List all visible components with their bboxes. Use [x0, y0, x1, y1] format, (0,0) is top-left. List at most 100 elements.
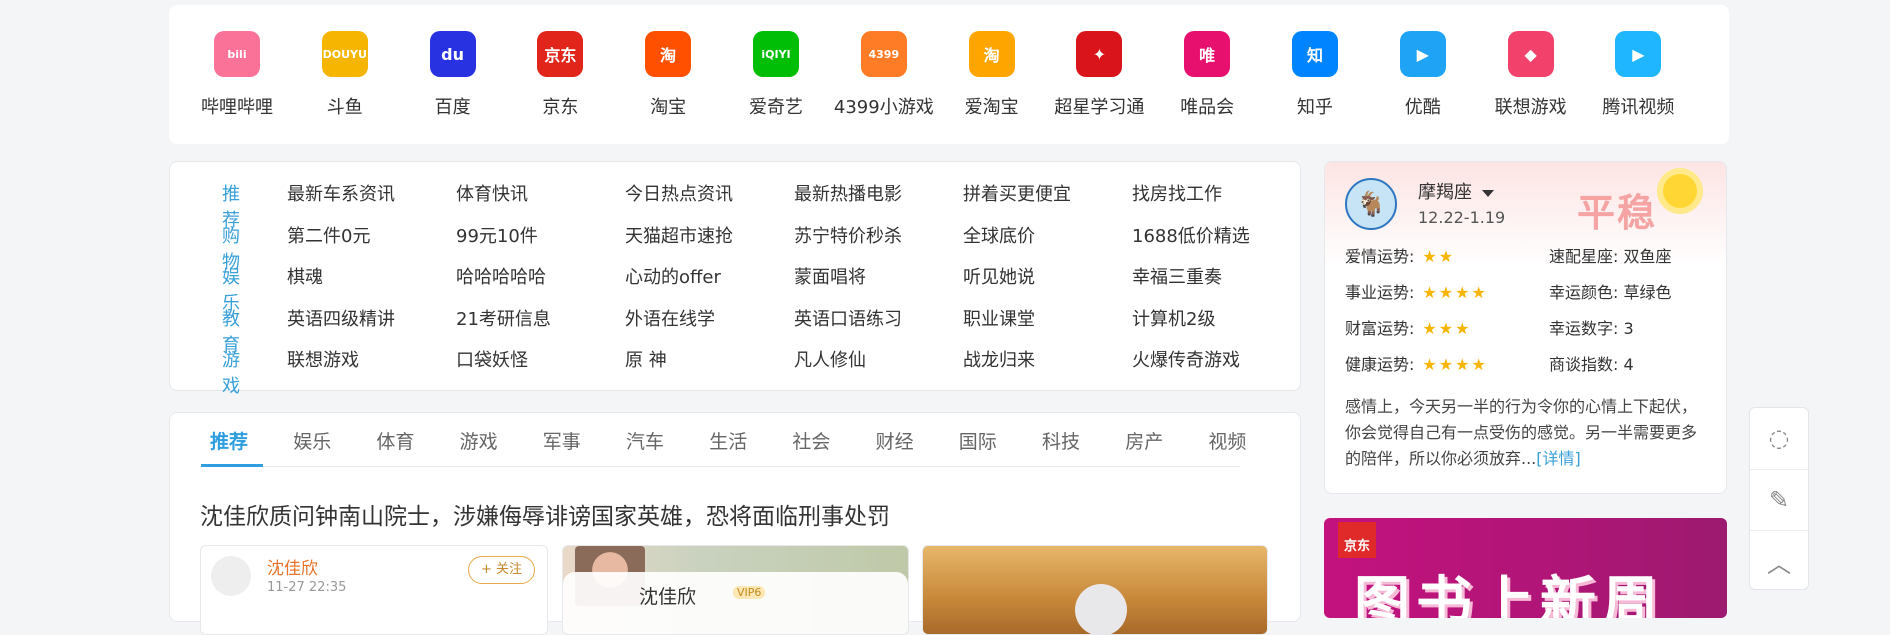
app-label[interactable]: 爱淘宝 [938, 93, 1046, 119]
tab-4[interactable]: 军事 [543, 427, 581, 454]
hot-link[interactable]: 第二件0元 [287, 222, 370, 248]
hot-link[interactable]: 职业课堂 [963, 305, 1035, 331]
tab-5[interactable]: 汽车 [626, 427, 664, 454]
hot-link[interactable]: 口袋妖怪 [456, 346, 528, 372]
hot-link[interactable]: 哈哈哈哈哈 [456, 263, 546, 289]
tab-7[interactable]: 社会 [792, 427, 830, 454]
app-shortcut[interactable]: ▶ 优酷 [1369, 31, 1477, 119]
tab-2[interactable]: 体育 [376, 427, 414, 454]
app-label[interactable]: 超星学习通 [1045, 93, 1153, 119]
news-headline[interactable]: 沈佳欣质问钟南山院士，涉嫌侮辱诽谤国家英雄，恐将面临刑事处罚 [200, 497, 890, 531]
lenovo-game-icon[interactable]: ◆ [1507, 31, 1554, 77]
hot-link[interactable]: 天猫超市速抢 [625, 222, 733, 248]
hot-link[interactable]: 全球底价 [963, 222, 1035, 248]
news-card-author[interactable]: 沈佳欣 11-27 22:35 + 关注 [200, 545, 548, 635]
app-shortcut[interactable]: 唯唯品会 [1153, 31, 1261, 119]
author-name[interactable]: 沈佳欣 [267, 554, 318, 579]
app-label[interactable]: 腾讯视频 [1584, 93, 1692, 119]
hot-link[interactable]: 蒙面唱将 [794, 263, 866, 289]
app-label[interactable]: 京东 [506, 93, 614, 119]
taobao-icon[interactable]: 淘 [645, 31, 692, 77]
hot-link[interactable]: 1688低价精选 [1132, 222, 1250, 248]
tab-6[interactable]: 生活 [709, 427, 747, 454]
hot-link[interactable]: 最新车系资讯 [287, 180, 395, 206]
app-shortcut[interactable]: ◆ 联想游戏 [1477, 31, 1585, 119]
tab-11[interactable]: 房产 [1125, 427, 1163, 454]
follow-button[interactable]: + 关注 [467, 556, 535, 584]
app-shortcut[interactable]: ✦ 超星学习通 [1045, 31, 1153, 119]
edit-feedback-icon[interactable]: ✎ [1750, 469, 1808, 530]
app-shortcut[interactable]: iQIYI 爱奇艺 [722, 31, 830, 119]
hot-link[interactable]: 计算机2级 [1132, 305, 1215, 331]
app-shortcut[interactable]: 知知乎 [1261, 31, 1369, 119]
app-label[interactable]: 唯品会 [1153, 93, 1261, 119]
hot-link[interactable]: 英语四级精讲 [287, 305, 395, 331]
app-label[interactable]: 4399小游戏 [830, 93, 938, 119]
chaoxing-icon[interactable]: ✦ [1076, 31, 1123, 77]
capricorn-avatar[interactable]: 🐐 [1345, 178, 1397, 230]
app-label[interactable]: 百度 [399, 93, 507, 119]
youku-icon[interactable]: ▶ [1399, 31, 1446, 77]
hot-link[interactable]: 99元10件 [456, 222, 538, 248]
hot-link[interactable]: 体育快讯 [456, 180, 528, 206]
app-label[interactable]: 知乎 [1261, 93, 1369, 119]
app-shortcut[interactable]: 4399 4399小游戏 [830, 31, 938, 119]
tab-0[interactable]: 推荐 [210, 427, 248, 454]
news-card-image[interactable] [922, 545, 1268, 635]
hot-link[interactable]: 听见她说 [963, 263, 1035, 289]
app-label[interactable]: 淘宝 [614, 93, 722, 119]
avatar[interactable] [211, 556, 251, 596]
app-label[interactable]: 优酷 [1369, 93, 1477, 119]
hot-link[interactable]: 21考研信息 [456, 305, 551, 331]
douyu-icon[interactable]: DOUYU [321, 31, 368, 77]
app-shortcut[interactable]: du 百度 [399, 31, 507, 119]
aitaobao-icon[interactable]: 淘 [968, 31, 1015, 77]
hot-link[interactable]: 今日热点资讯 [625, 180, 733, 206]
hot-link[interactable]: 战龙归来 [963, 346, 1035, 372]
iqiyi-icon[interactable]: iQIYI [753, 31, 799, 77]
bilibili-icon[interactable]: bili [214, 31, 260, 77]
baidu-icon[interactable]: du [429, 31, 476, 77]
detail-link[interactable]: [详情] [1536, 449, 1581, 468]
app-shortcut[interactable]: 京东 京东 [506, 31, 614, 119]
app-shortcut[interactable]: 淘淘宝 [614, 31, 722, 119]
news-card-profile[interactable]: 沈佳欣 VIP6 [562, 545, 909, 635]
hot-link[interactable]: 原 神 [625, 346, 667, 372]
zodiac-sign-select[interactable]: 摩羯座 [1418, 178, 1494, 204]
hot-link[interactable]: 心动的offer [625, 263, 721, 289]
hot-category-label[interactable]: 游戏 [222, 346, 240, 398]
tab-3[interactable]: 游戏 [460, 427, 498, 454]
hot-link[interactable]: 拼着买更便宜 [963, 180, 1071, 206]
hot-link[interactable]: 棋魂 [287, 263, 323, 289]
app-label[interactable]: 斗鱼 [291, 93, 399, 119]
back-to-top-icon[interactable]: ︿ [1750, 530, 1808, 591]
hot-link[interactable]: 找房找工作 [1132, 180, 1222, 206]
hot-link[interactable]: 英语口语练习 [794, 305, 902, 331]
hot-link[interactable]: 最新热播电影 [794, 180, 902, 206]
hot-link[interactable]: 火爆传奇游戏 [1132, 346, 1240, 372]
hot-link[interactable]: 外语在线学 [625, 305, 715, 331]
jd-icon[interactable]: 京东 [537, 31, 584, 77]
zhihu-icon[interactable]: 知 [1292, 31, 1338, 77]
app-shortcut[interactable]: ▶ 腾讯视频 [1584, 31, 1692, 119]
tab-8[interactable]: 财经 [876, 427, 914, 454]
4399-icon[interactable]: 4399 [860, 31, 907, 77]
app-label[interactable]: 哔哩哔哩 [183, 93, 291, 119]
app-shortcut[interactable]: bili 哔哩哔哩 [183, 31, 291, 119]
hot-link[interactable]: 凡人修仙 [794, 346, 866, 372]
customer-service-icon[interactable]: ◌ [1750, 408, 1808, 468]
hot-link[interactable]: 联想游戏 [287, 346, 359, 372]
hot-link[interactable]: 幸福三重奏 [1132, 263, 1222, 289]
tencent-video-icon[interactable]: ▶ [1615, 31, 1662, 77]
vipshop-icon[interactable]: 唯 [1184, 31, 1231, 77]
tab-9[interactable]: 国际 [959, 427, 997, 454]
app-label[interactable]: 联想游戏 [1477, 93, 1585, 119]
app-shortcut[interactable]: DOUYU 斗鱼 [291, 31, 399, 119]
app-label[interactable]: 爱奇艺 [722, 93, 830, 119]
jd-book-banner[interactable]: 京东 图书上新周 [1324, 518, 1727, 618]
hot-link[interactable]: 苏宁特价秒杀 [794, 222, 902, 248]
tab-1[interactable]: 娱乐 [293, 427, 331, 454]
tab-10[interactable]: 科技 [1042, 427, 1080, 454]
app-shortcut[interactable]: 淘爱淘宝 [938, 31, 1046, 119]
tab-12[interactable]: 视频 [1208, 427, 1246, 454]
